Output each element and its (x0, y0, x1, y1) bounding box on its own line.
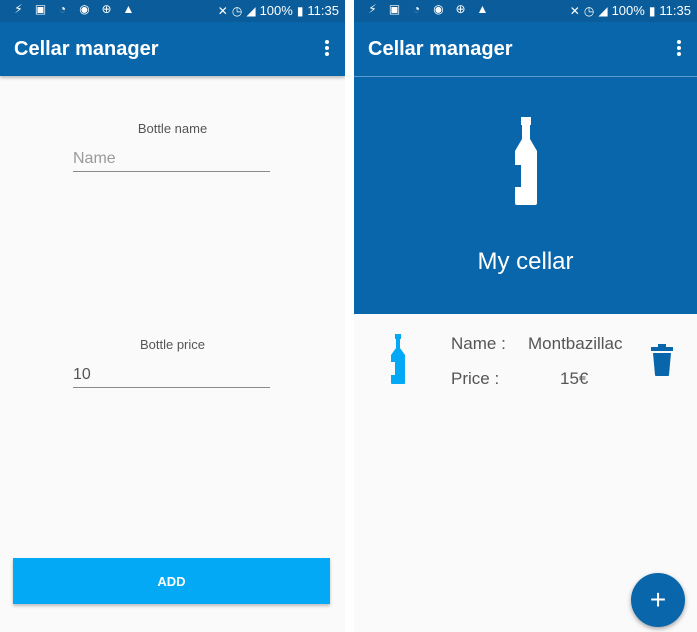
name-label: Name : (451, 334, 506, 353)
mute-icon: ✕ (217, 3, 228, 18)
list-item[interactable]: Name : Montbazillac Price : 15€ (354, 320, 697, 400)
clock: 11:35 (307, 3, 339, 18)
cellar-list-screen: ⚡ ▣ ◔ ◉ ⊕ ▲ ✕ ◷ ◢ 100% ▮ 11:35 Cellar ma… (354, 0, 697, 632)
app-bar: Cellar manager (354, 22, 697, 76)
overflow-menu-icon[interactable] (323, 40, 331, 58)
app-title: Cellar manager (368, 38, 513, 60)
bottle-price-input[interactable] (73, 362, 270, 388)
status-bar: ⚡ ▣ ◔ ◉ ⊕ ▲ ✕ ◷ ◢ 100% ▮ 11:35 (354, 0, 697, 22)
battery-percent: 100% (259, 3, 293, 18)
price-label: Price : (451, 369, 500, 388)
delete-icon[interactable] (651, 344, 673, 376)
image-icon: ▣ (388, 2, 401, 16)
android-icon: ▲ (476, 2, 489, 16)
overflow-menu-icon[interactable] (675, 40, 683, 58)
usb-icon: ⚡ (14, 2, 23, 16)
usb-icon: ⚡ (368, 2, 377, 16)
notification-icons: ⚡ ▣ ◔ ◉ ⊕ ▲ (12, 3, 135, 16)
globe-icon: ⊕ (101, 2, 112, 16)
alarm-clock-icon: ◷ (583, 3, 595, 18)
notification-icons: ⚡ ▣ ◔ ◉ ⊕ ▲ (366, 3, 489, 16)
add-bottle-fab[interactable]: + (631, 573, 685, 627)
accessibility-icon: ◉ (433, 2, 444, 16)
image-icon: ▣ (34, 2, 47, 16)
status-info: ✕ ◷ ◢ 100% ▮ 11:35 (218, 3, 339, 18)
bottle-name-input[interactable] (73, 146, 270, 172)
accessibility-icon: ◉ (79, 2, 90, 16)
alarm-icon: ◔ (58, 2, 67, 16)
add-bottle-screen: ⚡ ▣ ◔ ◉ ⊕ ▲ ✕ ◷ ◢ 100% ▮ 11:35 Cellar ma… (0, 0, 345, 632)
signal-icon: ◢ (598, 3, 608, 18)
globe-icon: ⊕ (455, 2, 466, 16)
status-bar: ⚡ ▣ ◔ ◉ ⊕ ▲ ✕ ◷ ◢ 100% ▮ 11:35 (0, 0, 345, 22)
cellar-header: My cellar (354, 76, 697, 314)
battery-percent: 100% (611, 3, 645, 18)
battery-icon: ▮ (648, 3, 656, 18)
mute-icon: ✕ (569, 3, 580, 18)
alarm-clock-icon: ◷ (231, 3, 243, 18)
signal-icon: ◢ (246, 3, 256, 18)
add-button[interactable]: ADD (13, 558, 330, 604)
battery-icon: ▮ (296, 3, 304, 18)
status-info: ✕ ◷ ◢ 100% ▮ 11:35 (570, 3, 691, 18)
bottle-icon (391, 334, 405, 384)
wine-bottle-icon (515, 117, 537, 205)
bottle-price-label: Bottle price (139, 337, 206, 352)
alarm-icon: ◔ (412, 2, 421, 16)
app-bar: Cellar manager (0, 22, 345, 76)
android-icon: ▲ (122, 2, 135, 16)
app-title: Cellar manager (14, 38, 159, 60)
price-value: 15€ (560, 369, 589, 388)
bottle-name-label: Bottle name (137, 121, 208, 136)
name-value: Montbazillac (528, 334, 623, 353)
cellar-title: My cellar (477, 248, 574, 275)
clock: 11:35 (659, 3, 691, 18)
